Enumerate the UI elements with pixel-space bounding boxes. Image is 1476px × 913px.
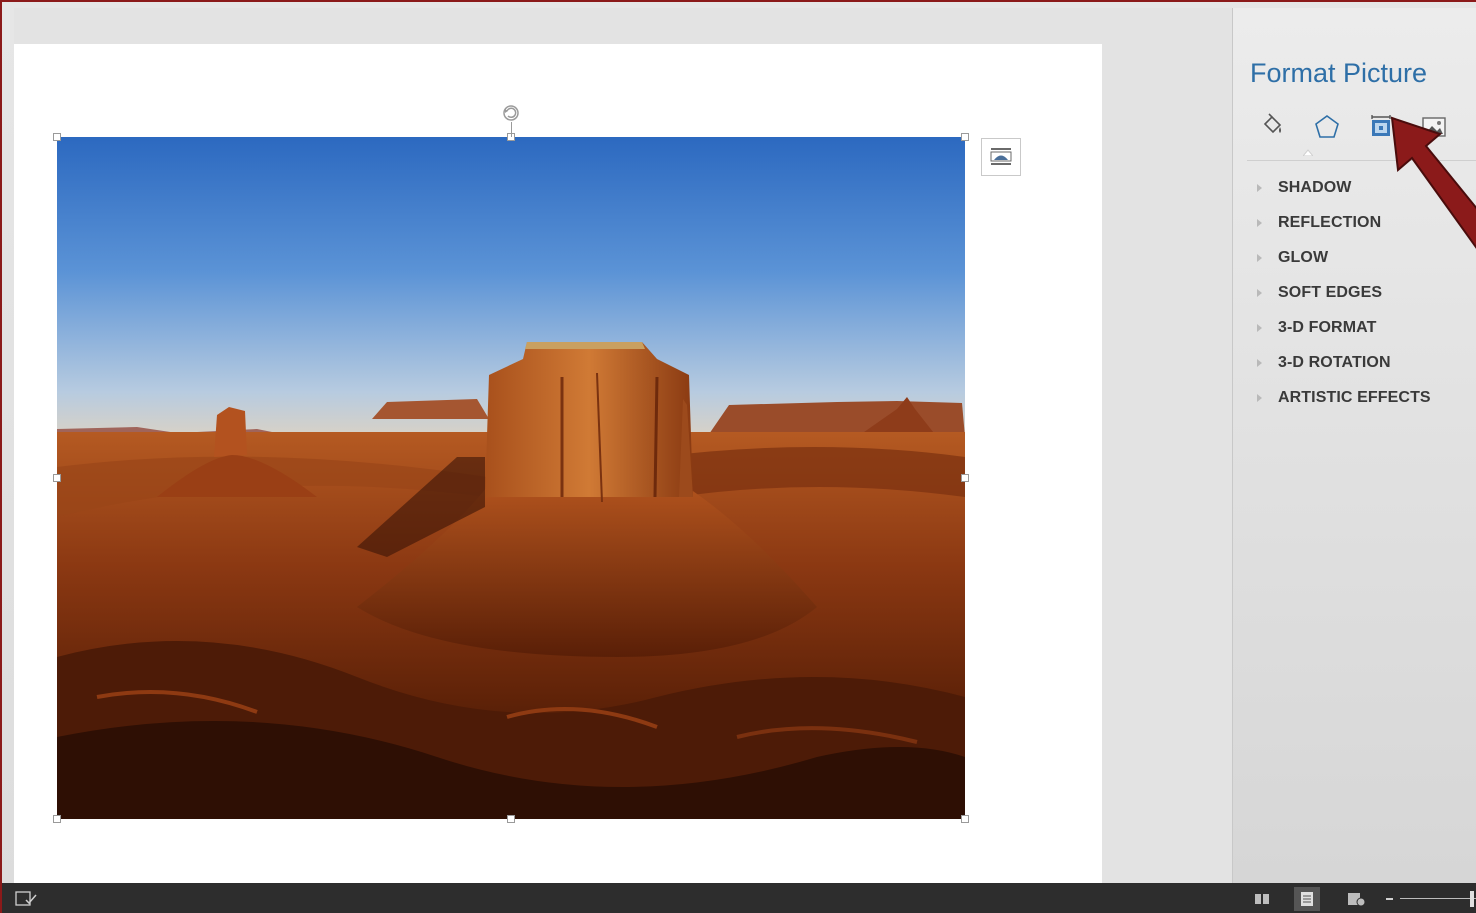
selected-picture[interactable] — [57, 137, 965, 819]
application-window: Format Picture SHADOW REFLECTION GLOW SO… — [0, 0, 1476, 913]
section-label: REFLECTION — [1278, 214, 1382, 231]
resize-handle-left[interactable] — [53, 474, 61, 482]
rotate-handle[interactable] — [500, 102, 522, 124]
resize-handle-bottom[interactable] — [507, 815, 515, 823]
resize-handle-top-right[interactable] — [961, 133, 969, 141]
expand-arrow-icon — [1257, 289, 1262, 297]
section-label: 3-D ROTATION — [1278, 354, 1391, 371]
section-label: 3-D FORMAT — [1278, 319, 1377, 336]
resize-handle-bottom-left[interactable] — [53, 815, 61, 823]
expand-arrow-icon — [1257, 359, 1262, 367]
print-layout-icon — [1301, 892, 1313, 906]
fill-line-icon — [1263, 113, 1282, 134]
read-mode-icon[interactable] — [1252, 890, 1272, 908]
expand-arrow-icon — [1257, 394, 1262, 402]
annotation-arrow — [1390, 116, 1476, 249]
section-label: ARTISTIC EFFECTS — [1278, 389, 1431, 406]
section-soft-edges[interactable]: SOFT EDGES — [1255, 280, 1475, 306]
layout-options-icon — [990, 148, 1012, 165]
desert-butte-photo — [57, 137, 965, 819]
expand-arrow-icon — [1257, 184, 1262, 192]
status-bar — [2, 883, 1476, 913]
print-layout-button[interactable] — [1294, 887, 1320, 911]
rotate-icon — [503, 105, 519, 121]
section-label: GLOW — [1278, 249, 1329, 266]
proofing-icon[interactable] — [14, 890, 38, 908]
resize-handle-right[interactable] — [961, 474, 969, 482]
effects-icon — [1315, 115, 1339, 138]
layout-options-button[interactable] — [981, 138, 1021, 176]
section-artistic-effects[interactable]: ARTISTIC EFFECTS — [1255, 385, 1475, 411]
rotate-handle-stem — [511, 122, 512, 137]
tab-fill-line[interactable] — [1257, 112, 1287, 142]
zoom-slider-thumb[interactable] — [1470, 891, 1474, 907]
expand-arrow-icon — [1257, 254, 1262, 262]
zoom-slider[interactable] — [1400, 898, 1476, 899]
section-label: SOFT EDGES — [1278, 284, 1383, 301]
section-label: SHADOW — [1278, 179, 1352, 196]
section-3d-rotation[interactable]: 3-D ROTATION — [1255, 350, 1475, 376]
pane-title: Format Picture — [1250, 58, 1428, 88]
web-layout-icon[interactable] — [1345, 890, 1367, 908]
expand-arrow-icon — [1257, 219, 1262, 227]
zoom-out-button[interactable] — [1386, 898, 1393, 900]
selected-tab-indicator — [1303, 149, 1313, 156]
resize-handle-bottom-right[interactable] — [961, 815, 969, 823]
resize-handle-top-left[interactable] — [53, 133, 61, 141]
expand-arrow-icon — [1257, 324, 1262, 332]
section-3d-format[interactable]: 3-D FORMAT — [1255, 315, 1475, 341]
tab-effects[interactable] — [1312, 112, 1342, 142]
